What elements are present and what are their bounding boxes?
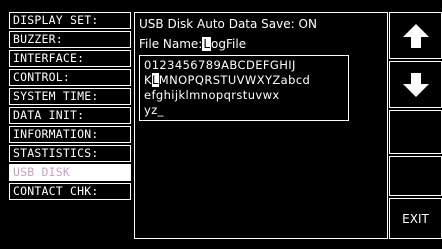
char-row-text: yz_ (144, 103, 164, 117)
char-row-text: efghijklmnopqrstuvwx (144, 88, 280, 102)
char-row-text: MNOPQRSTUVWXYZabcd (158, 73, 311, 87)
char-row[interactable]: KLMNOPQRSTUVWXYZabcd (144, 73, 344, 88)
char-row[interactable]: efghijklmnopqrstuvwx (144, 88, 344, 103)
char-row-text: K (144, 73, 152, 87)
file-name-label: File Name: (139, 37, 203, 51)
menu-item-statistics[interactable]: STASTISTICS: (9, 145, 131, 162)
file-name-cursor: L (202, 37, 212, 51)
instrument-screen: DISPLAY SET: BUZZER: INTERFACE: CONTROL:… (0, 0, 442, 249)
menu-item-system-time[interactable]: SYSTEM TIME: (9, 88, 131, 105)
menu-item-usb-disk[interactable]: USB DISK (9, 164, 131, 181)
character-picker[interactable]: 0123456789ABCDEFGHIJ KLMNOPQRSTUVWXYZabc… (139, 55, 349, 121)
auto-save-status: USB Disk Auto Data Save: ON (139, 17, 317, 31)
up-arrow-icon (402, 23, 429, 48)
char-row[interactable]: yz_ (144, 103, 344, 118)
menu-item-interface[interactable]: INTERFACE: (9, 50, 131, 67)
menu-item-information[interactable]: INFORMATION: (9, 126, 131, 143)
softkey-4[interactable] (389, 156, 442, 196)
menu-item-buzzer[interactable]: BUZZER: (9, 31, 131, 48)
menu-item-contact-chk[interactable]: CONTACT CHK: (9, 183, 131, 200)
settings-menu: DISPLAY SET: BUZZER: INTERFACE: CONTROL:… (9, 12, 131, 202)
usb-disk-panel: USB Disk Auto Data Save: ON File Name:Lo… (134, 12, 388, 239)
file-name-value: ogFile (211, 37, 247, 51)
char-row-text: 0123456789ABCDEFGHIJ (144, 58, 296, 72)
char-row[interactable]: 0123456789ABCDEFGHIJ (144, 58, 344, 73)
up-button[interactable] (389, 12, 442, 59)
selected-char[interactable]: L (151, 73, 159, 87)
menu-item-display-set[interactable]: DISPLAY SET: (9, 12, 131, 29)
file-name-row[interactable]: File Name:LogFile (139, 37, 246, 51)
menu-item-data-init[interactable]: DATA INIT: (9, 107, 131, 124)
softkey-3[interactable] (389, 110, 442, 154)
softkey-column: EXIT (389, 12, 442, 239)
down-button[interactable] (389, 61, 442, 108)
down-arrow-icon (402, 72, 429, 97)
exit-button[interactable]: EXIT (389, 198, 442, 239)
menu-item-control[interactable]: CONTROL: (9, 69, 131, 86)
